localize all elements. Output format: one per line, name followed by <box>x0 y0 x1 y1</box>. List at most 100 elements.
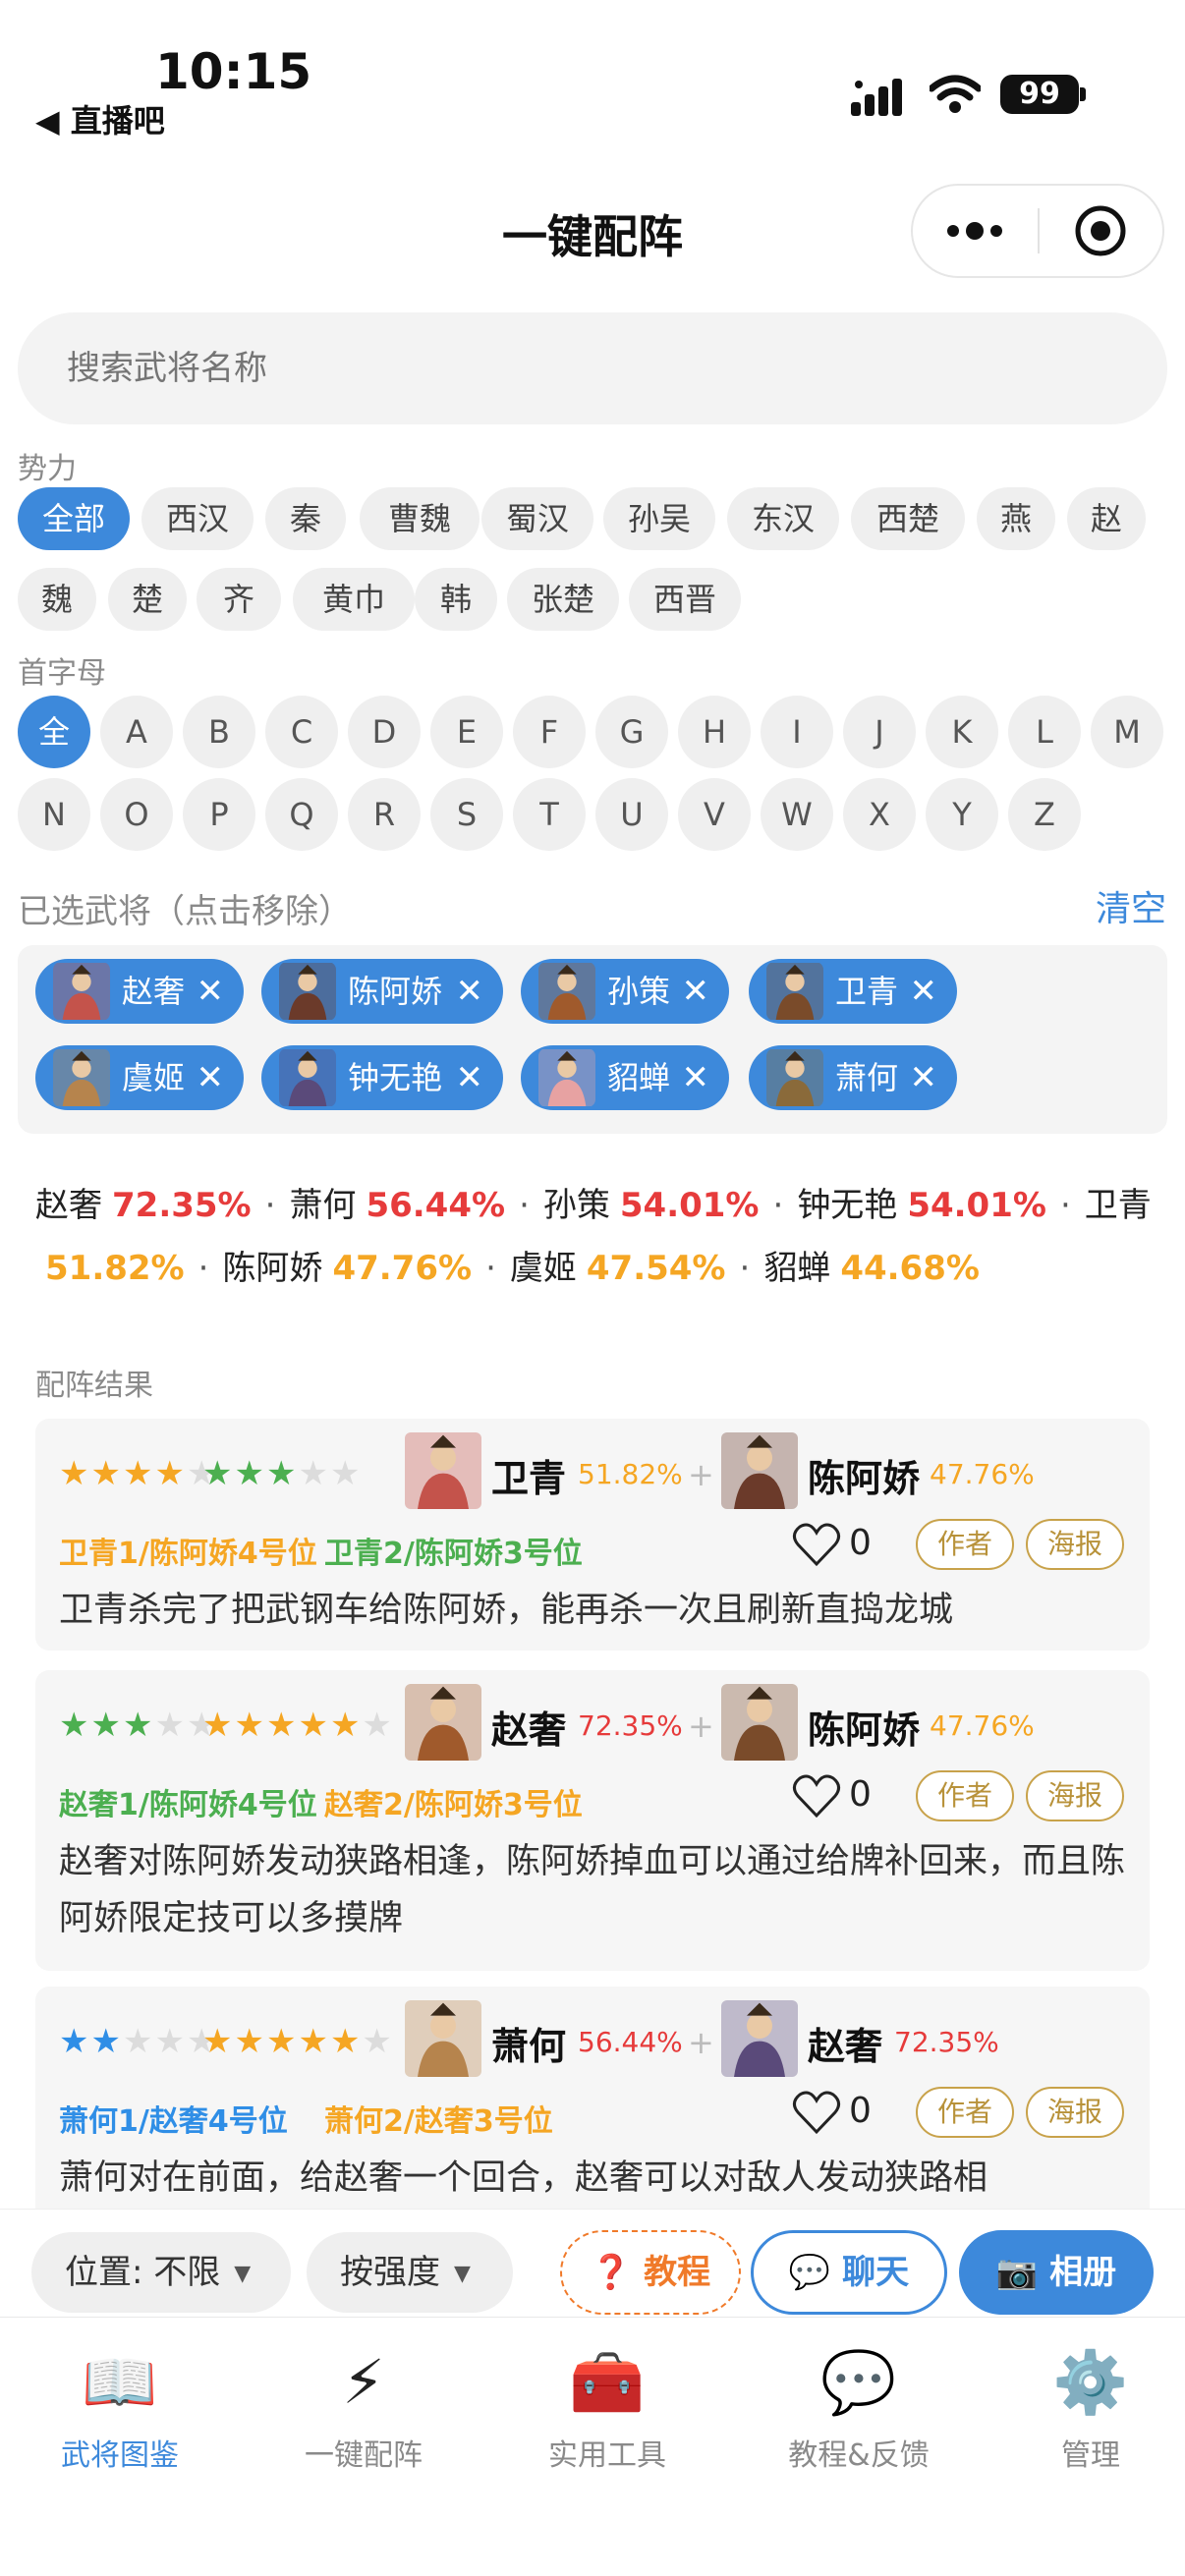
faction-chip[interactable]: 西楚 <box>851 487 965 550</box>
remove-icon[interactable]: ✕ <box>456 959 484 1024</box>
initial-letter-chip[interactable]: S <box>430 778 503 851</box>
back-to-app-link[interactable]: ◀ 直播吧 <box>35 96 165 141</box>
selected-hero-name: 赵奢 <box>122 973 186 1010</box>
initial-letter-chip[interactable]: A <box>100 696 173 768</box>
initial-letter-chip[interactable]: T <box>513 778 586 851</box>
star-icon: ★ <box>329 1454 363 1493</box>
initial-letter-chip[interactable]: W <box>761 778 833 851</box>
initial-letter-chip[interactable]: I <box>761 696 833 768</box>
initial-letter-chip[interactable]: N <box>18 778 90 851</box>
selected-hero-name: 陈阿娇 <box>348 973 443 1010</box>
remove-icon[interactable]: ✕ <box>197 959 225 1024</box>
initial-letter-chip[interactable]: B <box>183 696 255 768</box>
selected-hero-chip[interactable]: 陈阿娇 ✕ <box>261 959 503 1024</box>
plus-sign: + <box>688 2024 714 2061</box>
tutorial-button[interactable]: ❓ 教程 <box>560 2230 741 2315</box>
status-time: 10:15 <box>155 43 312 100</box>
faction-chip[interactable]: 楚 <box>108 568 187 631</box>
tab-lightning[interactable]: ⚡ 一键配阵 <box>255 2338 472 2474</box>
initial-letter-chip[interactable]: 全 <box>18 696 90 768</box>
initial-letter-chip[interactable]: D <box>348 696 421 768</box>
heart-icon[interactable] <box>792 2089 841 2136</box>
initial-letter-chip[interactable]: G <box>595 696 668 768</box>
faction-chip[interactable]: 赵 <box>1067 487 1146 550</box>
remove-icon[interactable]: ✕ <box>456 1045 484 1110</box>
remove-icon[interactable]: ✕ <box>682 1045 710 1110</box>
initial-letter-chip[interactable]: J <box>843 696 916 768</box>
chat-button[interactable]: 💬 聊天 <box>751 2230 947 2315</box>
star-icon: ★ <box>298 1454 330 1493</box>
selected-hero-chip[interactable]: 卫青 ✕ <box>749 959 957 1024</box>
faction-chip[interactable]: 韩 <box>415 568 497 631</box>
clear-selection-button[interactable]: 清空 <box>1096 880 1166 931</box>
faction-chip[interactable]: 黄巾 <box>293 568 415 631</box>
remove-icon[interactable]: ✕ <box>197 1045 225 1110</box>
initial-letter-chip[interactable]: L <box>1008 696 1081 768</box>
poster-button[interactable]: 海报 <box>1026 2087 1124 2138</box>
results-label: 配阵结果 <box>35 1369 153 1403</box>
hero-portrait <box>53 963 110 1020</box>
faction-chip[interactable]: 燕 <box>977 487 1055 550</box>
like-count: 0 <box>849 2091 872 2131</box>
search-input[interactable] <box>18 312 1167 424</box>
selected-hero-chip[interactable]: 萧何 ✕ <box>749 1045 957 1110</box>
tab-book[interactable]: 📖 武将图鉴 <box>12 2338 228 2474</box>
initial-letter-chip[interactable]: Q <box>265 778 338 851</box>
remove-icon[interactable]: ✕ <box>910 1045 938 1110</box>
faction-chip[interactable]: 东汉 <box>727 487 839 550</box>
initial-letter-chip[interactable]: R <box>348 778 421 851</box>
selected-hero-chip[interactable]: 貂蝉 ✕ <box>521 1045 729 1110</box>
selected-hero-chip[interactable]: 钟无艳 ✕ <box>261 1045 503 1110</box>
initial-letter-chip[interactable]: K <box>926 696 998 768</box>
initial-letter-chip[interactable]: V <box>678 778 751 851</box>
album-button[interactable]: 📷 相册 <box>959 2230 1154 2315</box>
initial-letter-chip[interactable]: Z <box>1008 778 1081 851</box>
initial-letter-chip[interactable]: U <box>595 778 668 851</box>
selected-hero-chip[interactable]: 孙策 ✕ <box>521 959 729 1024</box>
tab-toolbox[interactable]: 🧰 实用工具 <box>499 2338 715 2474</box>
selected-hero-chip[interactable]: 赵奢 ✕ <box>35 959 244 1024</box>
faction-chip[interactable]: 西汉 <box>141 487 254 550</box>
poster-button[interactable]: 海报 <box>1026 1519 1124 1570</box>
tab-gear[interactable]: ⚙️ 管理 <box>983 2338 1185 2474</box>
initial-letter-chip[interactable]: H <box>678 696 751 768</box>
faction-chip[interactable]: 魏 <box>18 568 96 631</box>
initial-letter-chip[interactable]: P <box>183 778 255 851</box>
stat-win-rate: 56.44% <box>366 1186 506 1225</box>
poster-button[interactable]: 海报 <box>1026 1770 1124 1821</box>
author-button[interactable]: 作者 <box>916 1519 1014 1570</box>
faction-chip[interactable]: 孙吴 <box>603 487 715 550</box>
author-button[interactable]: 作者 <box>916 2087 1014 2138</box>
faction-chip[interactable]: 张楚 <box>507 568 619 631</box>
heart-icon[interactable] <box>792 1772 841 1820</box>
more-options-icon[interactable] <box>943 217 1006 245</box>
position-filter-select[interactable]: 位置: 不限 ▼ <box>31 2232 291 2313</box>
star-icon: ★ <box>329 1706 363 1745</box>
faction-chip[interactable]: 蜀汉 <box>481 487 593 550</box>
initial-letter-chip[interactable]: O <box>100 778 173 851</box>
faction-chip[interactable]: 秦 <box>265 487 346 550</box>
remove-icon[interactable]: ✕ <box>910 959 938 1024</box>
remove-icon[interactable]: ✕ <box>682 959 710 1024</box>
selected-hero-chip[interactable]: 虞姬 ✕ <box>35 1045 244 1110</box>
initial-letter-chip[interactable]: X <box>843 778 916 851</box>
initial-letter-chip[interactable]: Y <box>926 778 998 851</box>
initial-letter-chip[interactable]: M <box>1091 696 1163 768</box>
tab-chat-bubble[interactable]: 💬 教程&反馈 <box>751 2338 967 2474</box>
heart-icon[interactable] <box>792 1521 841 1568</box>
faction-chip[interactable]: 西晋 <box>629 568 741 631</box>
initial-letter-chip[interactable]: C <box>265 696 338 768</box>
selected-hero-name: 虞姬 <box>122 1059 186 1096</box>
faction-chip[interactable]: 齐 <box>197 568 281 631</box>
initial-letter-chip[interactable]: F <box>513 696 586 768</box>
faction-chip[interactable]: 曹魏 <box>360 487 480 550</box>
initial-letter-chip[interactable]: E <box>430 696 503 768</box>
stat-hero-name: 陈阿娇 <box>222 1249 323 1288</box>
tab-label: 实用工具 <box>548 2438 666 2473</box>
star-icon: ★ <box>329 2022 363 2061</box>
faction-chip[interactable]: 全部 <box>18 487 130 550</box>
sort-order-select[interactable]: 按强度 ▼ <box>307 2232 513 2313</box>
close-miniapp-icon[interactable] <box>1074 204 1127 257</box>
author-button[interactable]: 作者 <box>916 1770 1014 1821</box>
stat-win-rate: 47.54% <box>586 1249 726 1288</box>
